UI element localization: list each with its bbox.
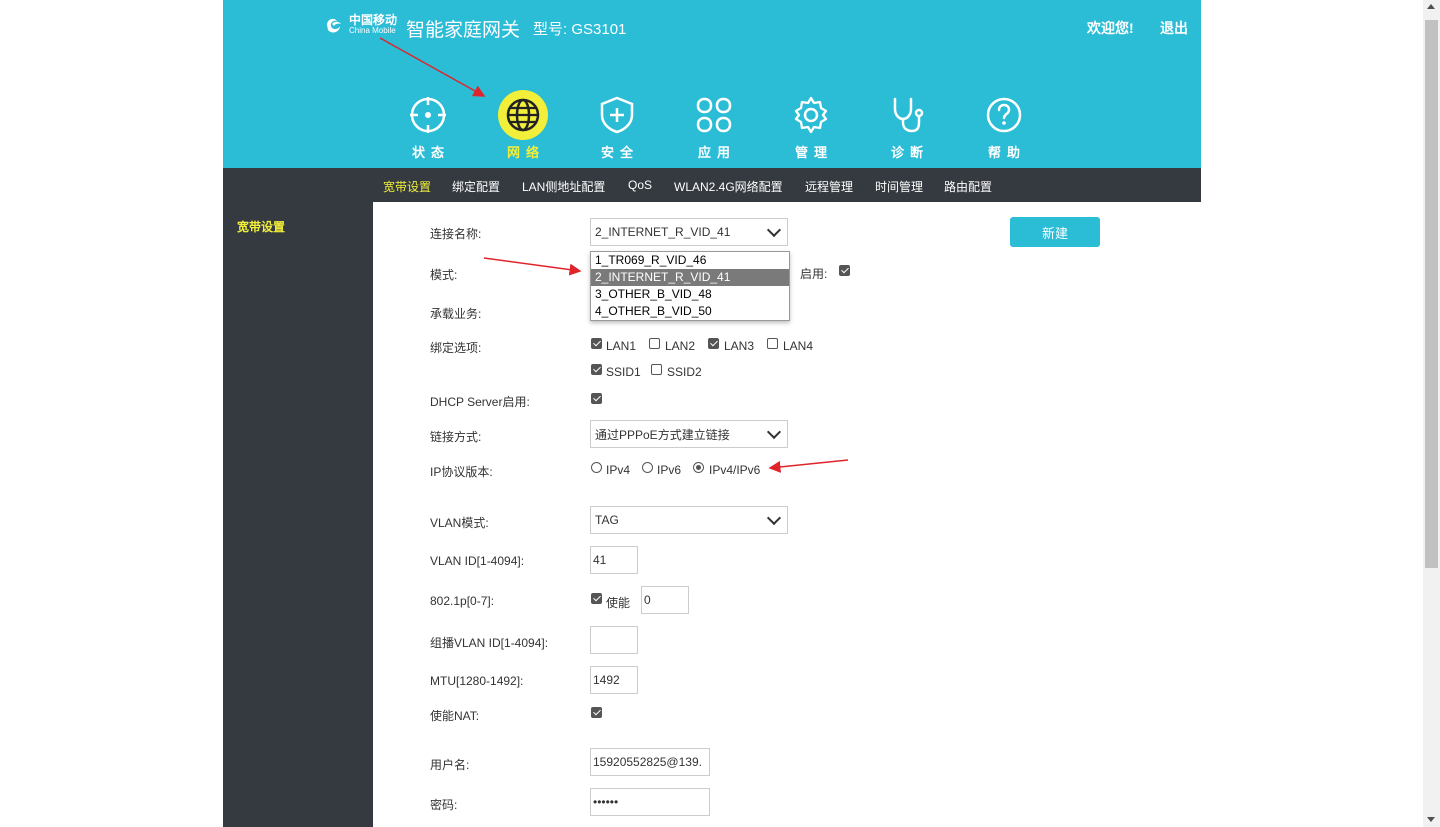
annotation-arrow-to-dropdown [483,257,582,276]
scroll-up-icon[interactable] [1427,4,1435,9]
annotation-arrow-to-network [379,37,486,97]
annotation-arrows [379,37,849,473]
scrollbar-thumb[interactable] [1425,20,1438,568]
annotation-arrow-to-ipv4-ipv6 [768,459,849,473]
scroll-down-icon[interactable] [1427,817,1435,822]
